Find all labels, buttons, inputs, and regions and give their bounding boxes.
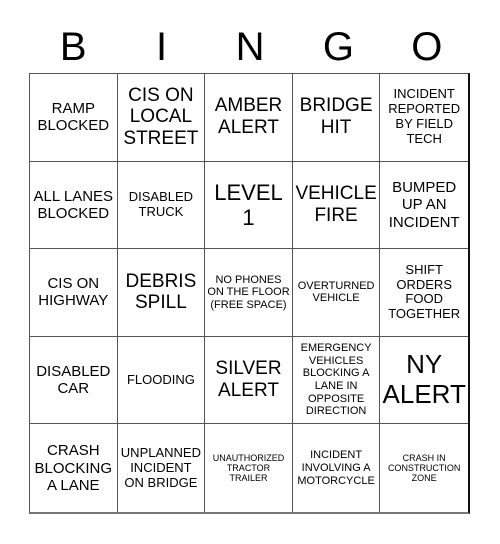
bingo-cell[interactable]: LEVEL 1 <box>205 161 293 250</box>
bingo-cell[interactable]: INCIDENT REPORTED BY FIELD TECH <box>380 74 468 162</box>
bingo-cell[interactable]: UNPLANNED INCIDENT ON BRIDGE <box>118 424 206 512</box>
bingo-cell[interactable]: BRIDGE HIT <box>292 74 381 162</box>
header-letter-g: G <box>322 25 354 69</box>
bingo-cell[interactable]: CIS ON HIGHWAY <box>30 249 118 337</box>
header-letter-b: B <box>59 25 87 69</box>
bingo-cell[interactable]: ALL LANES BLOCKED <box>30 161 118 250</box>
bingo-cell[interactable]: SILVER ALERT <box>205 336 293 425</box>
bingo-cell[interactable]: FLOODING <box>117 336 206 425</box>
bingo-cell[interactable]: BUMPED UP AN INCIDENT <box>380 162 468 250</box>
bingo-cell[interactable]: CRASH IN CONSTRUCTION ZONE <box>380 424 468 512</box>
bingo-cell[interactable]: DEBRIS SPILL <box>117 249 206 337</box>
header-letter-n: N <box>235 25 265 69</box>
bingo-cell[interactable]: INCIDENT INVOLVING A MOTORCYCLE <box>293 424 381 512</box>
bingo-cell[interactable]: OVERTURNED VEHICLE <box>292 249 381 337</box>
bingo-cell[interactable]: AMBER ALERT <box>205 74 293 162</box>
header-letter-o: O <box>411 25 443 69</box>
bingo-cell[interactable]: VEHICLE FIRE <box>292 161 381 250</box>
bingo-cell[interactable]: DISABLED TRUCK <box>117 161 206 250</box>
bingo-cell[interactable]: SHIFT ORDERS FOOD TOGETHER <box>380 249 468 337</box>
header-letter-i: I <box>156 25 168 69</box>
bingo-cell[interactable]: NY ALERT <box>380 337 468 425</box>
bingo-cell[interactable]: EMERGENCY VEHICLES BLOCKING A LANE IN OP… <box>292 336 381 425</box>
bingo-cell[interactable]: UNAUTHORIZED TRACTOR TRAILER <box>205 424 293 512</box>
bingo-header: B I N G O <box>29 22 471 72</box>
bingo-grid: RAMP BLOCKED CIS ON LOCAL STREET AMBER A… <box>29 73 470 514</box>
bingo-cell[interactable]: CIS ON LOCAL STREET <box>117 74 206 162</box>
free-space-cell[interactable]: NO PHONES ON THE FLOOR (FREE SPACE) <box>205 249 293 337</box>
bingo-cell[interactable]: CRASH BLOCKING A LANE <box>30 424 118 512</box>
bingo-cell[interactable]: RAMP BLOCKED <box>30 74 118 162</box>
bingo-cell[interactable]: DISABLED CAR <box>30 336 118 425</box>
